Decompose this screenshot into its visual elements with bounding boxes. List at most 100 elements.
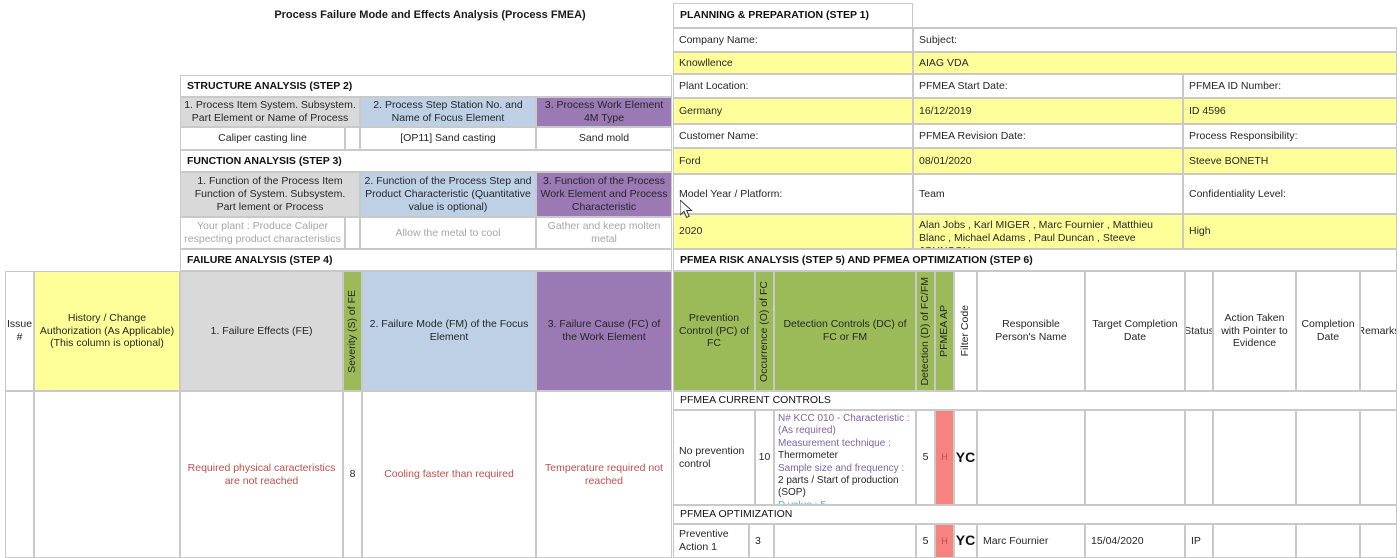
value-model-year-platform[interactable]: 2020 — [673, 214, 913, 249]
value-process-responsibility[interactable]: Steeve BONETH — [1183, 148, 1397, 174]
header-failure-cause: 3. Failure Cause (FC) of the Work Elemen… — [536, 271, 672, 391]
value-team[interactable]: Alan Jobs , Karl MIGER , Marc Fournier ,… — [913, 214, 1183, 249]
header-issue: Issue # — [5, 271, 34, 391]
cell-remarks[interactable] — [1360, 410, 1397, 505]
cell-detection[interactable]: 5 — [916, 410, 935, 505]
header-prevention-control: Prevention Control (PC) of FC — [673, 271, 755, 391]
cell-opt-status[interactable]: IP — [1185, 524, 1213, 558]
structure-value-1b[interactable] — [345, 127, 360, 150]
header-detection: Detection (D) of FC/FM — [916, 271, 935, 391]
cell-opt-detection[interactable]: 5 — [916, 524, 935, 558]
function-section-title: FUNCTION ANALYSIS (STEP 3) — [180, 150, 672, 172]
value-pfmea-revision-date[interactable]: 08/01/2020 — [913, 148, 1183, 174]
label-subject: Subject: — [913, 28, 1397, 52]
header-occurrence: Occurrence (O) of FC — [755, 271, 774, 391]
value-subject[interactable]: AIAG VDA — [913, 52, 1397, 74]
cell-opt-action-taken[interactable] — [1213, 524, 1296, 558]
cell-opt-responsible-person[interactable]: Marc Fournier — [977, 524, 1085, 558]
cell-action-taken[interactable] — [1213, 410, 1296, 505]
header-responsible-person: Responsible Person's Name — [977, 271, 1085, 391]
value-customer-name[interactable]: Ford — [673, 148, 913, 174]
cell-issue-number[interactable] — [5, 391, 34, 558]
detection-line-3: Sample size and frequency : 2 parts / St… — [778, 462, 905, 499]
label-customer-name: Customer Name: — [673, 124, 913, 148]
structure-section-title: STRUCTURE ANALYSIS (STEP 2) — [180, 75, 672, 97]
cell-pfmea-ap[interactable]: H — [935, 410, 954, 505]
value-confidentiality-level[interactable]: High — [1183, 214, 1397, 249]
cell-opt-remarks[interactable] — [1360, 524, 1397, 558]
cell-failure-mode[interactable]: Cooling faster than required — [362, 391, 536, 558]
cell-opt-detection-controls[interactable] — [774, 524, 916, 558]
cell-failure-effect[interactable]: Required physical caracteristics are not… — [180, 391, 343, 558]
cell-severity[interactable]: 8 — [343, 391, 362, 558]
cell-completion-date[interactable] — [1296, 410, 1360, 505]
label-pfmea-revision-date: PFMEA Revision Date: — [913, 124, 1183, 148]
header-status: Status — [1185, 271, 1213, 391]
cell-status[interactable] — [1185, 410, 1213, 505]
cell-occurrence[interactable]: 10 — [755, 410, 774, 505]
current-controls-band: PFMEA CURRENT CONTROLS — [673, 391, 1397, 410]
header-issue-label: Issue # — [6, 318, 33, 343]
label-confidentiality-level: Confidentiality Level: — [1183, 174, 1397, 214]
failure-section-title: FAILURE ANALYSIS (STEP 4) — [180, 249, 672, 271]
label-model-year-platform: Model Year / Platform: — [673, 174, 913, 214]
header-completion-date: Completion Date — [1296, 271, 1360, 391]
function-value-1b[interactable] — [345, 217, 360, 249]
optimization-band: PFMEA OPTIMIZATION — [673, 505, 1397, 524]
page-title: Process Failure Mode and Effects Analysi… — [274, 9, 586, 22]
function-value-1[interactable]: Your plant : Produce Caliper respecting … — [180, 217, 345, 249]
label-pfmea-id-number: PFMEA ID Number: — [1183, 74, 1397, 98]
value-company-name[interactable]: Knowllence — [673, 52, 913, 74]
cell-opt-target-completion-date[interactable]: 15/04/2020 — [1085, 524, 1185, 558]
value-plant-location[interactable]: Germany — [673, 98, 913, 124]
header-pfmea-ap-label: PFMEA AP — [938, 305, 951, 357]
mouse-cursor-icon — [680, 200, 693, 219]
value-pfmea-start-date[interactable]: 16/12/2019 — [913, 98, 1183, 124]
cell-opt-pfmea-ap[interactable]: H — [935, 524, 954, 558]
structure-value-2[interactable]: [OP11] Sand casting — [360, 127, 536, 150]
cell-history[interactable] — [34, 391, 180, 558]
cell-detection-controls[interactable]: N# KCC 010 - Characteristic : (As requir… — [774, 410, 916, 505]
structure-value-3[interactable]: Sand mold — [536, 127, 672, 150]
detection-line-2: Measurement technique : Thermometer — [778, 437, 891, 462]
function-header-2: 2. Function of the Process Step and Prod… — [360, 172, 536, 217]
function-header-3: 3. Function of the Process Work Element … — [536, 172, 672, 217]
cell-target-completion-date[interactable] — [1085, 410, 1185, 505]
fmea-worksheet: Process Failure Mode and Effects Analysi… — [0, 0, 1400, 558]
label-plant-location: Plant Location: — [673, 74, 913, 98]
cell-opt-filter-code[interactable]: YC — [954, 524, 977, 558]
cell-opt-prevention-action[interactable]: Preventive Action 1 — [673, 524, 749, 558]
cell-prevention-control[interactable]: No prevention control — [673, 410, 755, 505]
function-header-1: 1. Function of the Process Item Function… — [180, 172, 360, 217]
planning-header-filler — [913, 3, 1397, 28]
header-detection-controls: Detection Controls (DC) of FC or FM — [774, 271, 916, 391]
structure-header-1: 1. Process Item System. Subsystem. Part … — [180, 97, 360, 127]
function-value-3[interactable]: Gather and keep molten metal — [536, 217, 672, 249]
risk-section-title: PFMEA RISK ANALYSIS (STEP 5) AND PFMEA O… — [673, 249, 1397, 271]
label-process-responsibility: Process Responsibility: — [1183, 124, 1397, 148]
header-failure-effects: 1. Failure Effects (FE) — [180, 271, 343, 391]
structure-value-1[interactable]: Caliper casting line — [180, 127, 345, 150]
value-pfmea-id-number[interactable]: ID 4596 — [1183, 98, 1397, 124]
detection-line-1: N# KCC 010 - Characteristic : (As requir… — [778, 413, 910, 437]
header-failure-mode: 2. Failure Mode (FM) of the Focus Elemen… — [362, 271, 536, 391]
cell-filter-code[interactable]: YC — [954, 410, 977, 505]
header-severity: Severity (S) of FE — [343, 271, 362, 391]
cell-failure-cause[interactable]: Temperature required not reached — [536, 391, 672, 558]
cell-opt-occurrence[interactable]: 3 — [749, 524, 774, 558]
structure-header-2: 2. Process Step Station No. and Name of … — [360, 97, 536, 127]
header-occurrence-label: Occurrence (O) of FC — [758, 280, 771, 382]
header-action-taken: Action Taken with Pointer to Evidence — [1213, 271, 1296, 391]
cell-responsible-person[interactable] — [977, 410, 1085, 505]
function-value-2[interactable]: Allow the metal to cool — [360, 217, 536, 249]
label-team: Team — [913, 174, 1183, 214]
cell-opt-completion-date[interactable] — [1296, 524, 1360, 558]
header-severity-label: Severity (S) of FE — [346, 289, 359, 373]
header-target-completion-date: Target Completion Date — [1085, 271, 1185, 391]
header-filter-code: Filter Code — [954, 271, 977, 391]
label-pfmea-start-date: PFMEA Start Date: — [913, 74, 1183, 98]
header-remarks: Remarks — [1360, 271, 1397, 391]
header-detection-label: Detection (D) of FC/FM — [919, 276, 932, 386]
header-history: History / Change Authorization (As Appli… — [34, 271, 180, 391]
header-pfmea-ap: PFMEA AP — [935, 271, 954, 391]
